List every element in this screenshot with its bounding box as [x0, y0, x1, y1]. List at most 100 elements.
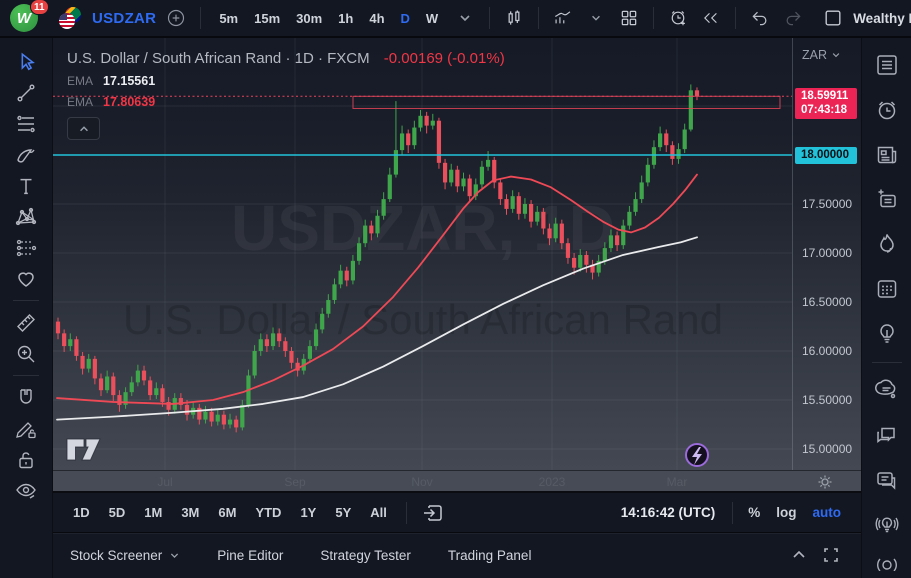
axis-mode-auto[interactable]: auto [805, 502, 850, 523]
tool-magnet[interactable] [7, 382, 45, 413]
flag-united-states-icon [59, 13, 75, 29]
add-symbol-button[interactable] [163, 3, 189, 33]
time-tick: 2023 [539, 475, 566, 489]
range-button-3m[interactable]: 3M [173, 501, 207, 524]
candle-body [394, 150, 398, 175]
time-axis-settings-button[interactable] [817, 474, 833, 495]
layout-button[interactable] [616, 3, 642, 33]
interval-menu-button[interactable] [452, 3, 478, 33]
app-logo[interactable]: W 11 [6, 0, 50, 37]
interval-button-4h[interactable]: 4h [362, 7, 391, 30]
axis-mode-%[interactable]: % [740, 502, 768, 523]
candle-body [658, 133, 662, 147]
legend-change: -0.00169 (-0.01%) [384, 50, 505, 67]
tool-lock-all[interactable] [7, 444, 45, 475]
bottom-panel-bar: Stock Screener Pine Editor Strategy Test… [53, 533, 861, 576]
chart-style-button[interactable] [501, 3, 527, 33]
indicator-legend-0[interactable]: EMA17.15561 [67, 74, 505, 88]
go-to-date-button[interactable] [418, 498, 448, 528]
interval-button-30m[interactable]: 30m [289, 7, 329, 30]
indicator-name: EMA [67, 74, 93, 88]
indicators-menu-button[interactable] [583, 3, 609, 33]
private-chats-button[interactable] [867, 417, 907, 455]
range-button-1m[interactable]: 1M [136, 501, 170, 524]
interval-button-5m[interactable]: 5m [212, 7, 245, 30]
broadcast-button[interactable] [867, 551, 907, 571]
candle-body [203, 412, 207, 420]
ideas-button[interactable] [867, 315, 907, 353]
tool-zoom-in[interactable] [7, 338, 45, 369]
candle-body [240, 405, 244, 428]
interval-button-15m[interactable]: 15m [247, 7, 287, 30]
tab-pine-editor[interactable]: Pine Editor [217, 548, 283, 563]
candle-body [578, 255, 582, 268]
public-chats-button[interactable] [867, 372, 907, 410]
range-button-6m[interactable]: 6M [210, 501, 244, 524]
indicator-legend-1[interactable]: EMA17.80639 [67, 95, 505, 109]
utc-clock[interactable]: 14:16:42 (UTC) [621, 505, 716, 520]
candle-body [461, 179, 465, 187]
layout-name-button[interactable]: Wealthy Educ... [853, 11, 911, 26]
range-button-5d[interactable]: 5D [101, 501, 134, 524]
streams-button[interactable] [867, 506, 907, 544]
tool-text[interactable] [7, 170, 45, 201]
axis-mode-log[interactable]: log [768, 502, 804, 523]
indicators-button[interactable] [550, 3, 576, 33]
alerts-button[interactable] [867, 91, 907, 129]
range-button-1d[interactable]: 1D [65, 501, 98, 524]
save-layout-button[interactable] [820, 3, 846, 33]
candle-body [640, 182, 644, 199]
range-button-1y[interactable]: 1Y [292, 501, 324, 524]
candle-body [93, 359, 97, 379]
watchlist-button[interactable] [867, 46, 907, 84]
tool-xabcd-pattern[interactable] [7, 201, 45, 232]
maximize-panel-button[interactable] [818, 540, 844, 570]
chat-bubbles-icon [873, 422, 900, 449]
tool-forecast[interactable] [7, 232, 45, 263]
calendar-button[interactable] [867, 270, 907, 308]
interval-button-d[interactable]: D [394, 7, 417, 30]
alert-clock-plus-icon [668, 5, 688, 31]
tool-brush[interactable] [7, 139, 45, 170]
candle-body [228, 420, 232, 425]
symbol-legend[interactable]: U.S. Dollar / South African Rand · 1D · … [67, 50, 505, 67]
candle-body [80, 356, 84, 369]
tab-stock-screener[interactable]: Stock Screener [70, 548, 180, 563]
interval-button-w[interactable]: W [419, 7, 445, 30]
interval-button-1h[interactable]: 1h [331, 7, 360, 30]
hotlists-button[interactable] [867, 225, 907, 263]
candles-icon [504, 6, 524, 30]
candle-body [633, 199, 637, 212]
news-button[interactable] [867, 136, 907, 174]
chat-cloud-icon [873, 377, 900, 404]
candle-body [363, 226, 367, 244]
tool-trend-line[interactable] [7, 77, 45, 108]
conversation-button[interactable] [867, 461, 907, 499]
price-axis[interactable]: ZAR 18.59911 07:43:18 18.00000 17.500001… [792, 38, 861, 470]
tool-cursor[interactable] [7, 46, 45, 77]
range-button-5y[interactable]: 5Y [327, 501, 359, 524]
tab-trading-panel[interactable]: Trading Panel [448, 548, 532, 563]
tool-emoji[interactable] [7, 263, 45, 294]
range-button-all[interactable]: All [362, 501, 395, 524]
symbol-search-button[interactable]: USDZAR [92, 10, 156, 27]
legend-collapse-button[interactable] [67, 117, 100, 140]
candle-body [609, 235, 613, 248]
open-panel-button[interactable] [786, 540, 812, 570]
create-alert-button[interactable] [665, 3, 691, 33]
candle-body [523, 204, 527, 214]
range-button-ytd[interactable]: YTD [247, 501, 289, 524]
chart-pane[interactable]: USDZAR, 1DU.S. Dollar / South African Ra… [53, 38, 861, 470]
tool-drawing-lock[interactable] [7, 413, 45, 444]
bar-replay-button[interactable] [698, 3, 724, 33]
undo-button[interactable] [747, 3, 773, 33]
tool-ruler[interactable] [7, 307, 45, 338]
notes-button[interactable] [867, 180, 907, 218]
redo-button[interactable] [780, 3, 806, 33]
watchlist-icon [874, 52, 900, 78]
time-axis[interactable]: JulSepNov2023Mar [53, 470, 861, 493]
tool-fib-retracement[interactable] [7, 108, 45, 139]
tool-hide-drawings[interactable] [7, 475, 45, 506]
price-axis-currency[interactable]: ZAR [802, 48, 841, 62]
tab-strategy-tester[interactable]: Strategy Tester [320, 548, 411, 563]
